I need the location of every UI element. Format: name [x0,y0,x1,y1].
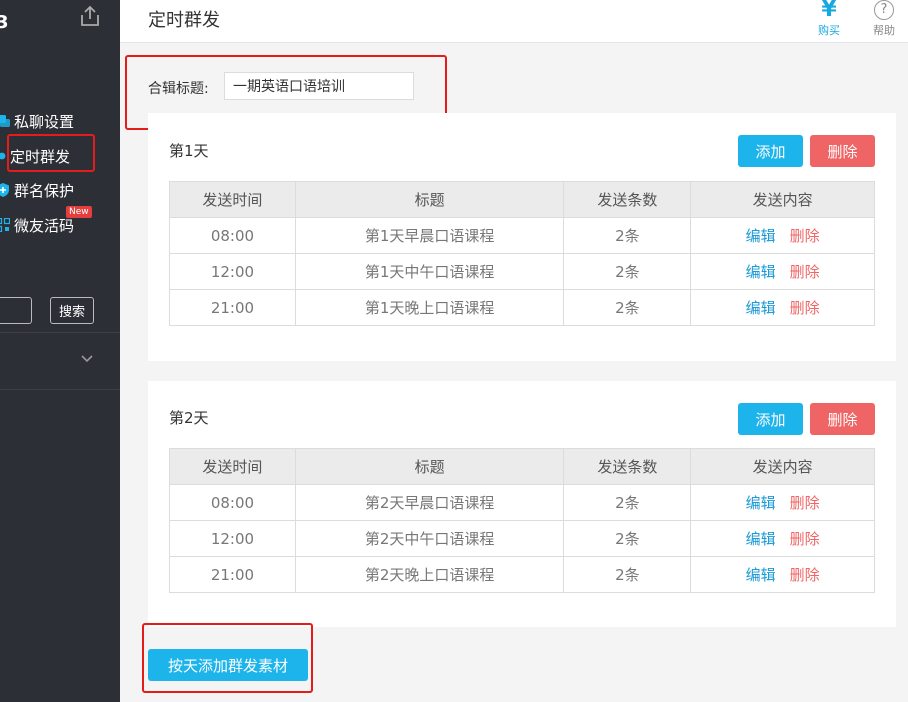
chevron-down-icon[interactable] [80,352,94,366]
column-header-content: 发送内容 [690,448,875,485]
sidebar-item-private-chat[interactable]: 私聊设置 [0,106,74,136]
cell-title: 第2天早晨口语课程 [294,484,565,521]
cell-count: 2条 [563,520,692,557]
cell-actions: 编辑 删除 [690,556,875,593]
sidebar-search-button[interactable]: 搜索 [50,297,94,324]
table-header-row: 发送时间 标题 发送条数 发送内容 [169,181,875,218]
cell-title: 第1天晚上口语课程 [294,289,565,326]
sidebar-divider [0,389,120,390]
delete-day-button[interactable]: 删除 [810,135,875,167]
cell-actions: 编辑 删除 [690,289,875,326]
delete-link[interactable]: 删除 [790,227,820,245]
cell-count: 2条 [563,217,692,254]
cell-count: 2条 [563,253,692,290]
cell-count: 2条 [563,289,692,326]
column-header-send-time: 发送时间 [169,181,296,218]
cell-time: 21:00 [169,289,296,326]
table-row: 12:00 第2天中午口语课程 2条 编辑 删除 [169,520,875,557]
page-header: 定时群发 ¥ 购买 ? 帮助 [120,0,908,43]
cell-count: 2条 [563,556,692,593]
edit-link[interactable]: 编辑 [746,530,776,548]
cell-actions: 编辑 删除 [690,484,875,521]
edit-link[interactable]: 编辑 [746,299,776,317]
cell-actions: 编辑 删除 [690,217,875,254]
day-panel: 第1天 添加 删除 发送时间 标题 发送条数 发送内容 08:00 第1天早晨口… [148,113,896,361]
share-icon[interactable] [78,4,102,28]
delete-link[interactable]: 删除 [790,566,820,584]
edit-link[interactable]: 编辑 [746,227,776,245]
cell-title: 第2天晚上口语课程 [294,556,565,593]
table-row: 21:00 第2天晚上口语课程 2条 编辑 删除 [169,556,875,593]
day-title: 第2天 [169,409,209,427]
help-button[interactable]: ? 帮助 [870,0,898,38]
add-button[interactable]: 添加 [738,403,803,435]
cell-time: 21:00 [169,556,296,593]
qrcode-icon [0,218,10,232]
delete-link[interactable]: 删除 [790,530,820,548]
day-title: 第1天 [169,142,209,160]
cell-title: 第1天早晨口语课程 [294,217,565,254]
help-icon: ? [874,0,894,20]
album-title-value: 一期英语口语培训 [233,79,345,95]
table-row: 08:00 第1天早晨口语课程 2条 编辑 删除 [169,217,875,254]
cell-actions: 编辑 删除 [690,253,875,290]
column-header-content: 发送内容 [690,181,875,218]
sidebar-item-group-name-protection[interactable]: 群名保护 [0,175,74,205]
column-header-title: 标题 [294,181,565,218]
delete-link[interactable]: 删除 [790,263,820,281]
column-header-title: 标题 [294,448,565,485]
chat-icon [0,115,10,127]
sidebar-item-friend-qrcode[interactable]: 微友活码 [0,210,74,240]
yuan-icon: ¥ [821,0,837,22]
cell-time: 12:00 [169,253,296,290]
cell-actions: 编辑 删除 [690,520,875,557]
day-panel: 第2天 添加 删除 发送时间 标题 发送条数 发送内容 08:00 第2天早晨口… [148,381,896,627]
sidebar-item-label: 群名保护 [14,181,75,200]
delete-day-button[interactable]: 删除 [810,403,875,435]
new-badge: New [66,206,92,218]
column-header-count: 发送条数 [563,448,692,485]
table-header-row: 发送时间 标题 发送条数 发送内容 [169,448,875,485]
delete-link[interactable]: 删除 [790,494,820,512]
app-logo: 3 [0,12,9,33]
sidebar-divider [0,332,120,333]
table-row: 21:00 第1天晚上口语课程 2条 编辑 删除 [169,289,875,326]
column-header-count: 发送条数 [563,181,692,218]
edit-link[interactable]: 编辑 [746,263,776,281]
add-button[interactable]: 添加 [738,135,803,167]
cell-time: 08:00 [169,217,296,254]
buy-label: 购买 [818,24,840,37]
edit-link[interactable]: 编辑 [746,494,776,512]
help-label: 帮助 [873,24,895,37]
sidebar-search-input[interactable] [0,297,32,324]
table-row: 08:00 第2天早晨口语课程 2条 编辑 删除 [169,484,875,521]
buy-button[interactable]: ¥ 购买 [815,0,843,38]
sidebar-item-label: 定时群发 [10,147,71,166]
column-header-send-time: 发送时间 [169,448,296,485]
add-day-material-button[interactable]: 按天添加群发素材 [148,649,308,681]
cell-title: 第1天中午口语课程 [294,253,565,290]
clock-icon [0,152,6,160]
cell-count: 2条 [563,484,692,521]
cell-title: 第2天中午口语课程 [294,520,565,557]
page-title: 定时群发 [148,10,220,31]
edit-link[interactable]: 编辑 [746,566,776,584]
table-row: 12:00 第1天中午口语课程 2条 编辑 删除 [169,253,875,290]
sidebar: 3 私聊设置 定时群发 群名保护 微友活码 New 搜索 [0,0,120,702]
delete-link[interactable]: 删除 [790,299,820,317]
schedule-table: 发送时间 标题 发送条数 发送内容 08:00 第1天早晨口语课程 2条 编辑删… [169,181,875,326]
sidebar-item-scheduled-broadcast[interactable]: 定时群发 [0,141,70,171]
cell-time: 08:00 [169,484,296,521]
shield-icon [0,183,9,197]
album-title-label: 合辑标题: [148,81,209,97]
sidebar-item-label: 私聊设置 [14,112,75,131]
schedule-table: 发送时间 标题 发送条数 发送内容 08:00 第2天早晨口语课程 2条 编辑删… [169,448,875,593]
sidebar-item-label: 微友活码 [14,216,75,235]
album-title-input[interactable]: 一期英语口语培训 [224,72,414,100]
cell-time: 12:00 [169,520,296,557]
